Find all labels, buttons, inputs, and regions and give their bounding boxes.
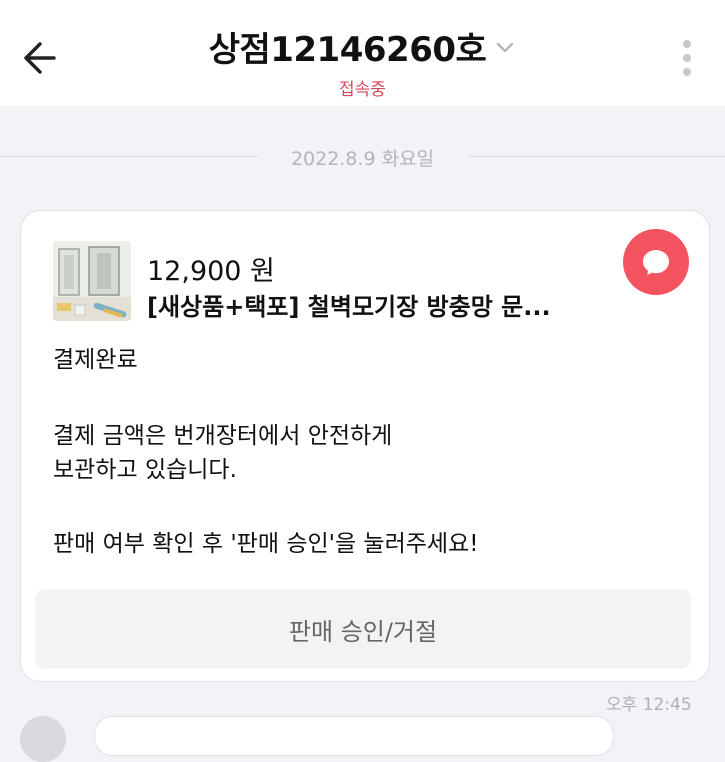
shop-title-dropdown[interactable]: 상점12146260호 bbox=[209, 22, 517, 71]
product-price: 12,900 원 bbox=[147, 256, 275, 287]
divider-line-right bbox=[468, 156, 725, 157]
more-dot bbox=[683, 68, 691, 76]
online-status: 접속중 bbox=[339, 80, 386, 100]
chat-bubble-icon bbox=[623, 229, 689, 295]
next-message-bubble bbox=[94, 716, 614, 756]
product-thumbnail[interactable] bbox=[53, 241, 131, 321]
more-vertical-icon bbox=[683, 40, 691, 48]
date-label: 2022.8.9 화요일 bbox=[282, 143, 443, 171]
header-title-group: 상점12146260호 접속중 bbox=[0, 22, 725, 100]
chevron-down-icon bbox=[494, 36, 516, 58]
more-dot bbox=[683, 54, 691, 62]
divider-line-left bbox=[0, 156, 258, 157]
more-options-button[interactable] bbox=[677, 40, 697, 76]
product-name[interactable]: [새상품+택포] 철벽모기장 방충망 문... bbox=[147, 287, 577, 322]
sale-approve-reject-button[interactable]: 판매 승인/거절 bbox=[35, 589, 691, 669]
message-title: 결제완료 bbox=[53, 347, 138, 373]
message-line-3: 판매 여부 확인 후 '판매 승인'을 눌러주세요! bbox=[53, 531, 479, 557]
shop-name-title: 상점12146260호 bbox=[208, 30, 487, 70]
chat-header: 상점12146260호 접속중 bbox=[0, 0, 725, 106]
message-timestamp: 오후 12:45 bbox=[606, 695, 692, 715]
avatar[interactable] bbox=[20, 716, 66, 762]
payment-complete-card: 12,900 원 [새상품+택포] 철벽모기장 방충망 문... 결제완료 결제… bbox=[20, 210, 710, 682]
date-divider: 2022.8.9 화요일 bbox=[0, 143, 725, 171]
message-line-2: 보관하고 있습니다. bbox=[53, 457, 237, 483]
message-line-1: 결제 금액은 번개장터에서 안전하게 bbox=[53, 423, 393, 449]
